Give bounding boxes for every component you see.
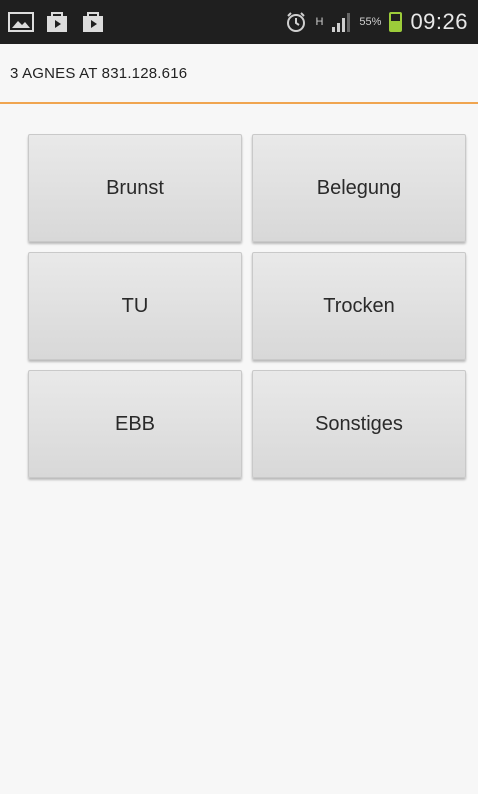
- sonstiges-button[interactable]: Sonstiges: [252, 370, 466, 478]
- play-store-icon: [44, 11, 70, 33]
- tu-button[interactable]: TU: [28, 252, 242, 360]
- status-bar: H 55% 09:26: [0, 0, 478, 44]
- ebb-button[interactable]: EBB: [28, 370, 242, 478]
- battery-percent: 55%: [359, 16, 382, 28]
- image-icon: [8, 11, 34, 33]
- alarm-icon: [285, 11, 307, 33]
- status-bar-system: H 55% 09:26: [285, 9, 478, 35]
- battery-icon: [389, 12, 403, 32]
- network-h-icon: H: [315, 16, 324, 28]
- trocken-button[interactable]: Trocken: [252, 252, 466, 360]
- page-title: 3 AGNES AT 831.128.616: [10, 64, 188, 82]
- belegung-button[interactable]: Belegung: [252, 134, 466, 242]
- brunst-button[interactable]: Brunst: [28, 134, 242, 242]
- clock: 09:26: [410, 9, 468, 34]
- status-bar-notifications: [0, 11, 106, 33]
- action-grid: Brunst Belegung TU Trocken EBB Sonstiges: [28, 134, 468, 478]
- signal-icon: [331, 11, 351, 33]
- header: 3 AGNES AT 831.128.616: [0, 44, 478, 104]
- play-store-icon: [80, 11, 106, 33]
